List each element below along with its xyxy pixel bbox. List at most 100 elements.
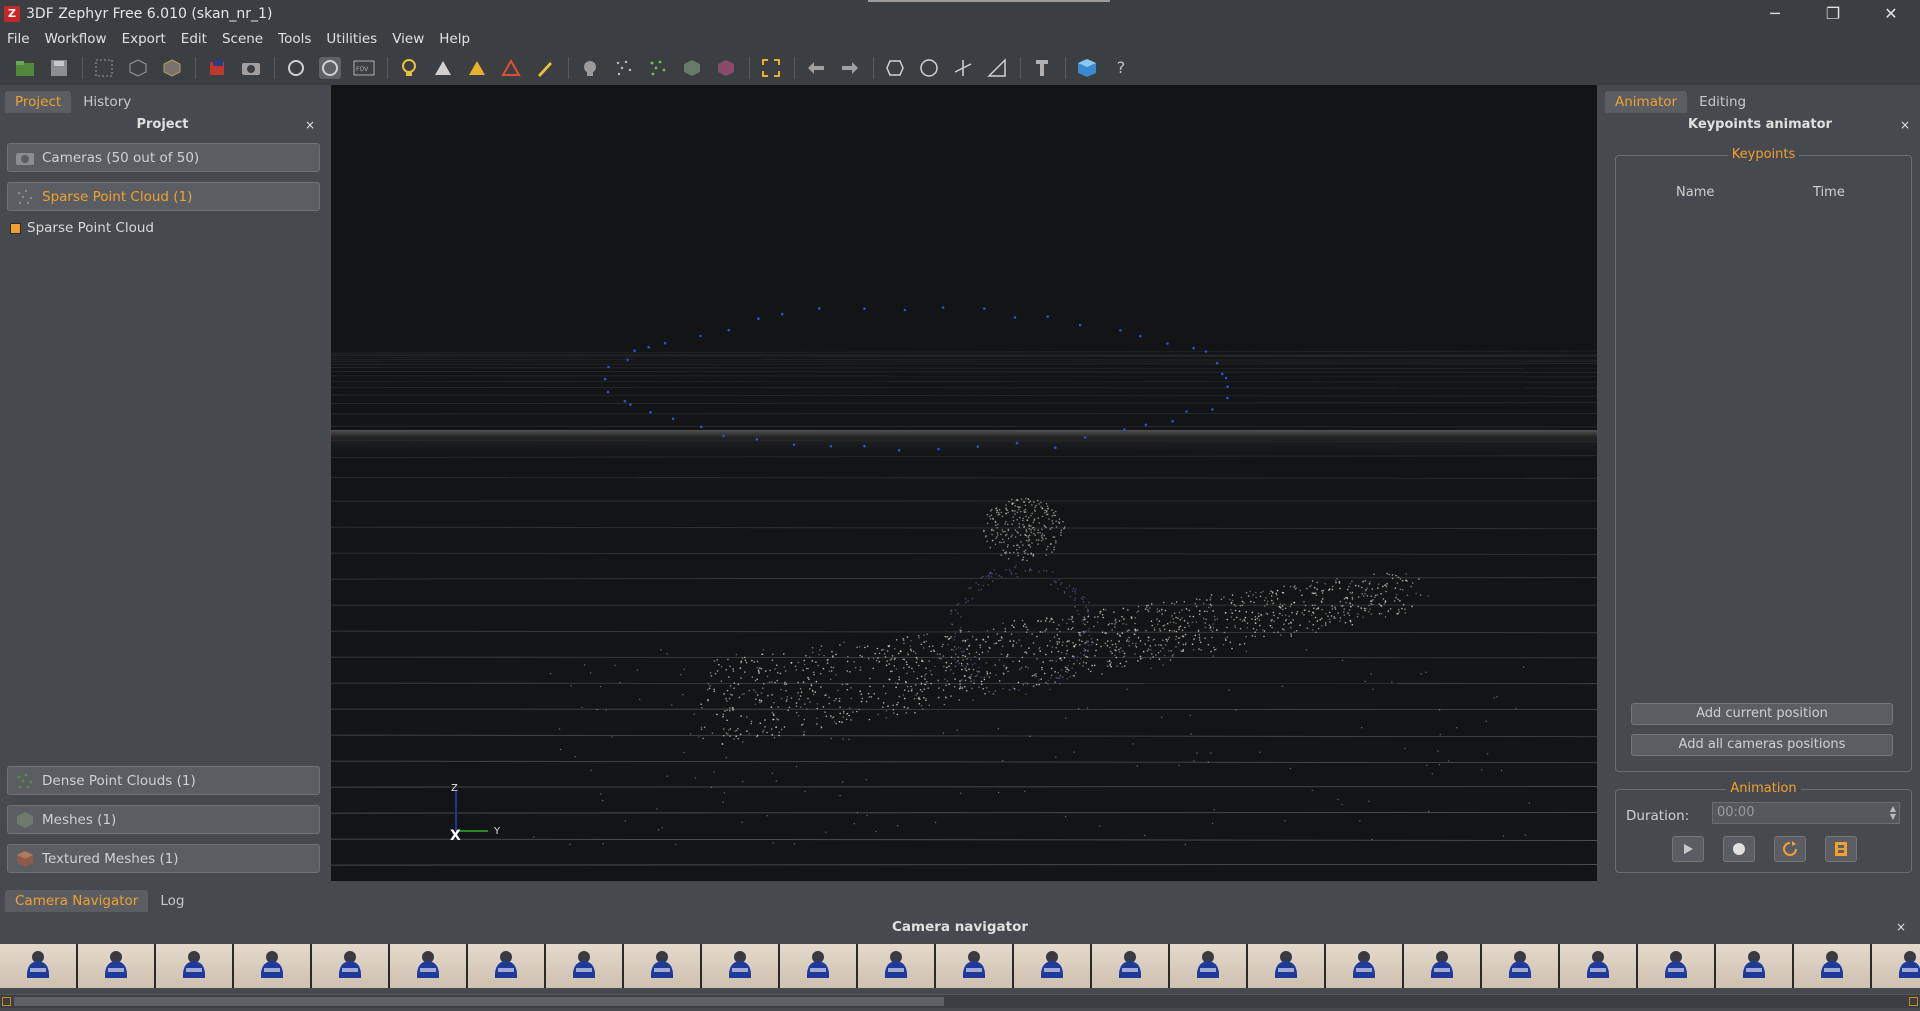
close-icon[interactable]: × (305, 113, 315, 137)
camera-thumbnail[interactable] (1794, 944, 1870, 988)
sparse-point (1335, 579, 1337, 582)
loop-button[interactable] (1774, 836, 1806, 862)
shape-icon[interactable] (884, 57, 906, 79)
tool-icon[interactable] (1031, 57, 1053, 79)
cube-blue-icon[interactable] (1076, 57, 1098, 79)
add-all-cameras-positions-button[interactable]: Add all cameras positions (1631, 734, 1893, 756)
camera-thumbnail[interactable] (312, 944, 388, 988)
camera-thumbnail[interactable] (624, 944, 700, 988)
dense-point-clouds-group-button[interactable]: Dense Point Clouds (1) (7, 766, 320, 795)
cameras-group-button[interactable]: Cameras (50 out of 50) (7, 143, 320, 172)
menu-utilities[interactable]: Utilities (326, 31, 377, 47)
camera-thumbnail[interactable] (468, 944, 544, 988)
scroll-left-arrow[interactable] (2, 997, 11, 1006)
cube-view-icon[interactable] (127, 57, 149, 79)
tab-editing[interactable]: Editing (1689, 91, 1756, 113)
camera-thumbnail[interactable] (1092, 944, 1168, 988)
plane-icon[interactable] (952, 57, 974, 79)
triangle-red-icon[interactable] (500, 57, 522, 79)
camera-thumbnail[interactable] (390, 944, 466, 988)
close-icon[interactable]: × (1896, 915, 1906, 939)
menu-export[interactable]: Export (122, 31, 166, 47)
camera-thumbnail[interactable] (936, 944, 1012, 988)
camera-thumbnail[interactable] (0, 944, 76, 988)
column-time[interactable]: Time (1813, 185, 1845, 200)
tab-camera-navigator[interactable]: Camera Navigator (5, 890, 149, 912)
tab-history[interactable]: History (73, 91, 141, 113)
sparse-point-cloud-group-button[interactable]: Sparse Point Cloud (1) (7, 182, 320, 211)
fit-view-icon[interactable] (760, 57, 782, 79)
camera-thumbnail[interactable] (1716, 944, 1792, 988)
ruler-icon[interactable] (986, 57, 1008, 79)
duration-field[interactable]: 00:00 ▲ ▼ (1712, 802, 1900, 824)
sparse-point (1146, 650, 1149, 652)
help-icon[interactable]: ? (1110, 57, 1132, 79)
camera-thumbnail[interactable] (1872, 944, 1920, 988)
camera-thumbnail[interactable] (546, 944, 622, 988)
orbit-active-icon[interactable] (319, 56, 341, 79)
3d-viewport[interactable]: Z X Y (331, 85, 1597, 881)
tab-animator[interactable]: Animator (1605, 91, 1688, 113)
camera-icon[interactable] (240, 57, 262, 79)
menu-tools[interactable]: Tools (278, 31, 311, 47)
column-name[interactable]: Name (1676, 185, 1714, 200)
minimize-button[interactable]: ─ (1746, 0, 1804, 28)
menu-view[interactable]: View (392, 31, 424, 47)
cube-alt-icon[interactable] (161, 57, 183, 79)
select-region-icon[interactable] (93, 57, 115, 79)
points-green-icon[interactable] (647, 57, 669, 79)
menu-workflow[interactable]: Workflow (45, 31, 107, 47)
save-icon[interactable] (48, 57, 70, 79)
camera-thumbnail[interactable] (702, 944, 778, 988)
menu-scene[interactable]: Scene (222, 31, 263, 47)
camera-thumbnail[interactable] (1170, 944, 1246, 988)
play-button[interactable] (1672, 836, 1704, 862)
camera-thumbnail[interactable] (1014, 944, 1090, 988)
camera-thumbnail[interactable] (1482, 944, 1558, 988)
camera-thumbnail[interactable] (1560, 944, 1636, 988)
orbit-icon[interactable] (285, 57, 307, 79)
visibility-checkbox[interactable] (10, 222, 21, 234)
light-icon[interactable] (398, 57, 420, 79)
sphere-icon[interactable] (918, 57, 940, 79)
camera-thumbnail[interactable] (78, 944, 154, 988)
spinner-icon[interactable]: ▲ ▼ (1890, 805, 1896, 821)
export-video-button[interactable] (1825, 836, 1857, 862)
filter-icon[interactable] (579, 57, 601, 79)
menu-file[interactable]: File (7, 31, 30, 47)
camera-thumbnail[interactable] (858, 944, 934, 988)
new-project-icon[interactable] (14, 57, 36, 79)
tree-item-sparse-point-cloud[interactable]: Sparse Point Cloud (10, 220, 154, 236)
meshes-group-button[interactable]: Meshes (1) (7, 805, 320, 834)
color-cube-icon[interactable] (206, 57, 228, 79)
scroll-right-arrow[interactable] (1909, 997, 1918, 1006)
restore-button[interactable]: ❐ (1804, 0, 1862, 28)
camera-thumbnail[interactable] (156, 944, 232, 988)
tab-log[interactable]: Log (150, 890, 194, 912)
menu-edit[interactable]: Edit (181, 31, 207, 47)
add-current-position-button[interactable]: Add current position (1631, 703, 1893, 725)
triangle-yellow-icon[interactable] (466, 57, 488, 79)
scrollbar-thumb[interactable] (14, 997, 944, 1006)
redo-icon[interactable] (839, 57, 861, 79)
box-color-icon[interactable] (715, 57, 737, 79)
record-button[interactable] (1723, 836, 1755, 862)
close-button[interactable]: ✕ (1862, 0, 1920, 28)
triangle-icon[interactable] (432, 57, 454, 79)
undo-icon[interactable] (805, 57, 827, 79)
menu-help[interactable]: Help (439, 31, 470, 47)
camera-thumbnail[interactable] (1638, 944, 1714, 988)
brush-icon[interactable] (534, 57, 556, 79)
fov-icon[interactable]: FOV (353, 57, 375, 79)
horizontal-scrollbar[interactable] (0, 994, 1920, 1008)
close-icon[interactable]: × (1900, 113, 1910, 137)
points-icon[interactable] (613, 57, 635, 79)
camera-thumbnail[interactable] (234, 944, 310, 988)
camera-thumbnail[interactable] (1404, 944, 1480, 988)
camera-thumbnail[interactable] (780, 944, 856, 988)
camera-thumbnail[interactable] (1326, 944, 1402, 988)
textured-meshes-group-button[interactable]: Textured Meshes (1) (7, 844, 320, 873)
tab-project[interactable]: Project (5, 91, 72, 113)
box-icon[interactable] (681, 57, 703, 79)
camera-thumbnail[interactable] (1248, 944, 1324, 988)
